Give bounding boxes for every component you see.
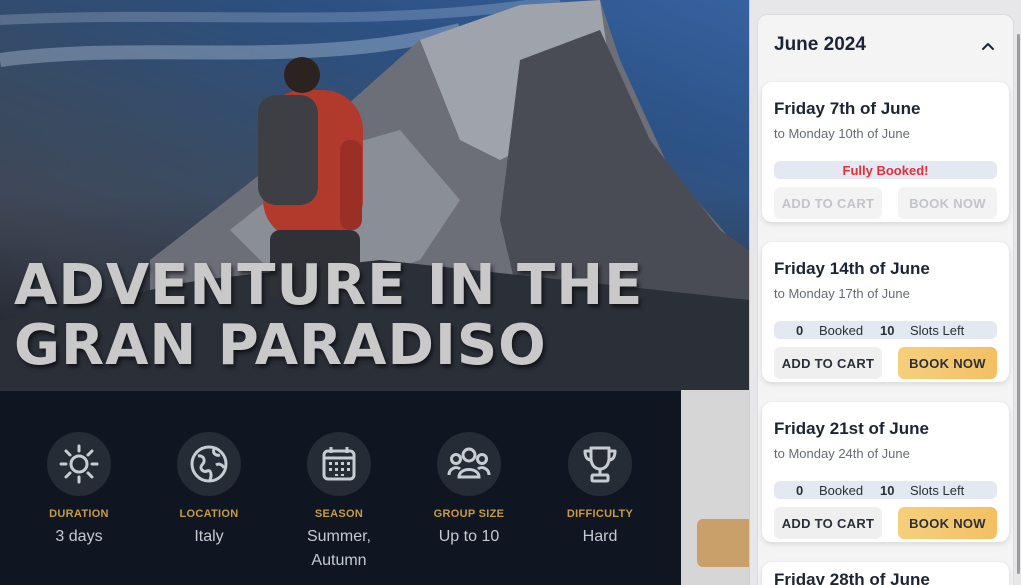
info-season-label: SEASON [314, 508, 364, 520]
info-duration-label: DURATION [49, 508, 109, 520]
group-icon [437, 432, 501, 496]
date-card: Friday 7th of June to Monday 10th of Jun… [762, 82, 1009, 222]
add-to-cart-button[interactable]: ADD TO CART [774, 187, 882, 219]
info-location: LOCATION Italy [154, 432, 264, 549]
date-card: Friday 28th of June [762, 562, 1009, 585]
info-location-label: LOCATION [179, 508, 239, 520]
info-group-size-label: GROUP SIZE [433, 508, 505, 520]
hero-banner: ADVENTURE IN THE GRAN PARADISO [0, 0, 749, 390]
tour-info-bar: DURATION 3 days LOCATION Italy SEASON Su… [0, 390, 681, 585]
date-start: Friday 28th of June [774, 570, 930, 585]
book-now-button[interactable]: BOOK NOW [898, 507, 997, 539]
slots-label: Slots Left [910, 322, 965, 338]
info-duration: DURATION 3 days [24, 432, 134, 549]
tour-title-line2: GRAN PARADISO [14, 313, 547, 378]
scrollbar-thumb[interactable] [1017, 34, 1020, 574]
add-to-cart-button[interactable]: ADD TO CART [774, 507, 882, 539]
date-start: Friday 7th of June [774, 99, 921, 118]
date-start: Friday 21st of June [774, 419, 929, 438]
info-difficulty-label: DIFFICULTY [566, 508, 634, 520]
booked-label: Booked [819, 322, 864, 338]
booked-count: 0 [796, 322, 804, 338]
fully-booked-badge: Fully Booked! [774, 161, 997, 179]
add-to-cart-button[interactable]: ADD TO CART [774, 347, 882, 379]
booked-count: 0 [796, 482, 804, 498]
info-duration-value: 3 days [55, 528, 103, 545]
info-location-value: Italy [194, 528, 224, 545]
date-card: Friday 21st of June to Monday 24th of Ju… [762, 402, 1009, 542]
info-difficulty: DIFFICULTY Hard [545, 432, 655, 549]
date-start: Friday 14th of June [774, 259, 930, 278]
booked-label: Booked [819, 482, 864, 498]
slots-count: 10 [880, 322, 895, 338]
info-group-size: GROUP SIZE Up to 10 [414, 432, 524, 549]
sidebar-scrollbar[interactable] [1015, 0, 1021, 585]
date-end: to Monday 24th of June [774, 446, 910, 461]
slots-count: 10 [880, 482, 895, 498]
info-season: SEASON Summer, Autumn [284, 432, 394, 573]
availability-badge: 0 Booked 10 Slots Left [774, 321, 997, 339]
slots-label: Slots Left [910, 482, 965, 498]
globe-icon [177, 432, 241, 496]
trophy-icon [568, 432, 632, 496]
date-end: to Monday 10th of June [774, 126, 910, 141]
tour-title-line1: ADVENTURE IN THE [14, 253, 644, 318]
chevron-up-icon[interactable] [980, 38, 996, 54]
book-now-button[interactable]: BOOK NOW [898, 347, 997, 379]
date-card: Friday 14th of June to Monday 17th of Ju… [762, 242, 1009, 382]
hidden-cta-button[interactable] [697, 519, 757, 567]
month-title[interactable]: June 2024 [774, 34, 866, 56]
info-difficulty-value: Hard [582, 528, 618, 545]
book-now-button[interactable]: BOOK NOW [898, 187, 997, 219]
tour-title: ADVENTURE IN THE GRAN PARADISO [14, 256, 643, 376]
date-end: to Monday 17th of June [774, 286, 910, 301]
calendar-icon [307, 432, 371, 496]
availability-badge: 0 Booked 10 Slots Left [774, 481, 997, 499]
info-season-value: Summer, Autumn [306, 528, 371, 569]
sun-icon [47, 432, 111, 496]
info-group-size-value: Up to 10 [438, 528, 500, 545]
